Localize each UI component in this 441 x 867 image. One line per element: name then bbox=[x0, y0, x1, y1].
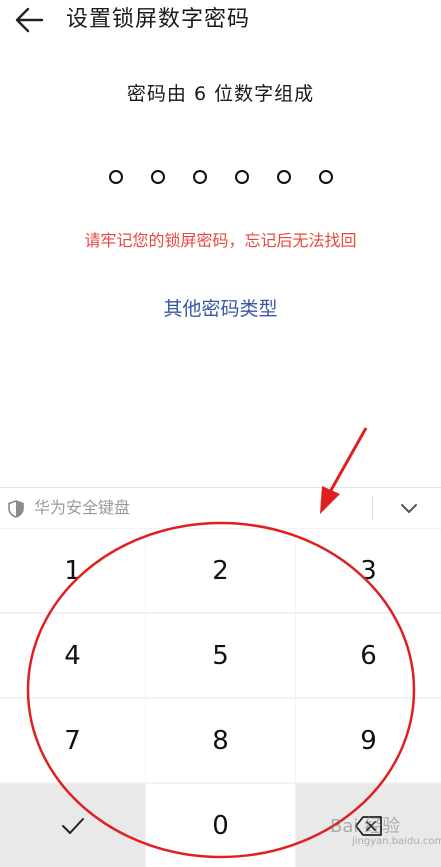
key-4[interactable]: 4 bbox=[0, 614, 145, 697]
pin-dot bbox=[318, 170, 333, 184]
key-9[interactable]: 9 bbox=[296, 699, 441, 782]
pin-dot bbox=[276, 170, 291, 184]
other-password-type-link[interactable]: 其他密码类型 bbox=[0, 295, 441, 323]
key-8[interactable]: 8 bbox=[146, 699, 295, 782]
key-0[interactable]: 0 bbox=[146, 784, 295, 867]
annotation-arrow bbox=[328, 427, 368, 493]
pin-instruction: 密码由 6 位数字组成 bbox=[126, 83, 315, 105]
watermark: Bai 经验 bbox=[330, 816, 401, 837]
pin-dot bbox=[150, 170, 165, 184]
page-title: 设置锁屏数字密码 bbox=[66, 7, 251, 32]
key-2[interactable]: 2 bbox=[146, 529, 295, 612]
key-5[interactable]: 5 bbox=[146, 614, 295, 697]
pin-dot bbox=[108, 170, 123, 184]
keyboard-name: 华为安全键盘 bbox=[34, 498, 131, 517]
chevron-down-icon[interactable] bbox=[398, 500, 420, 516]
confirm-button[interactable] bbox=[0, 784, 145, 867]
pin-indicator bbox=[0, 170, 441, 184]
key-7[interactable]: 7 bbox=[0, 699, 145, 782]
arrow-left-icon bbox=[15, 7, 44, 33]
key-1[interactable]: 1 bbox=[0, 529, 145, 612]
key-6[interactable]: 6 bbox=[296, 614, 441, 697]
checkmark-icon bbox=[61, 817, 84, 834]
shield-icon bbox=[8, 500, 24, 518]
pin-dot bbox=[234, 170, 249, 184]
key-3[interactable]: 3 bbox=[296, 529, 441, 612]
divider bbox=[372, 496, 373, 520]
warning-text: 请牢记您的锁屏密码，忘记后无法找回 bbox=[84, 231, 357, 250]
keyboard-bar: 华为安全键盘 bbox=[0, 487, 441, 529]
pin-dot bbox=[192, 170, 207, 184]
header: 设置锁屏数字密码 bbox=[0, 0, 441, 40]
watermark-url: jingyan.baidu.com bbox=[352, 836, 441, 847]
back-button[interactable] bbox=[12, 4, 48, 36]
